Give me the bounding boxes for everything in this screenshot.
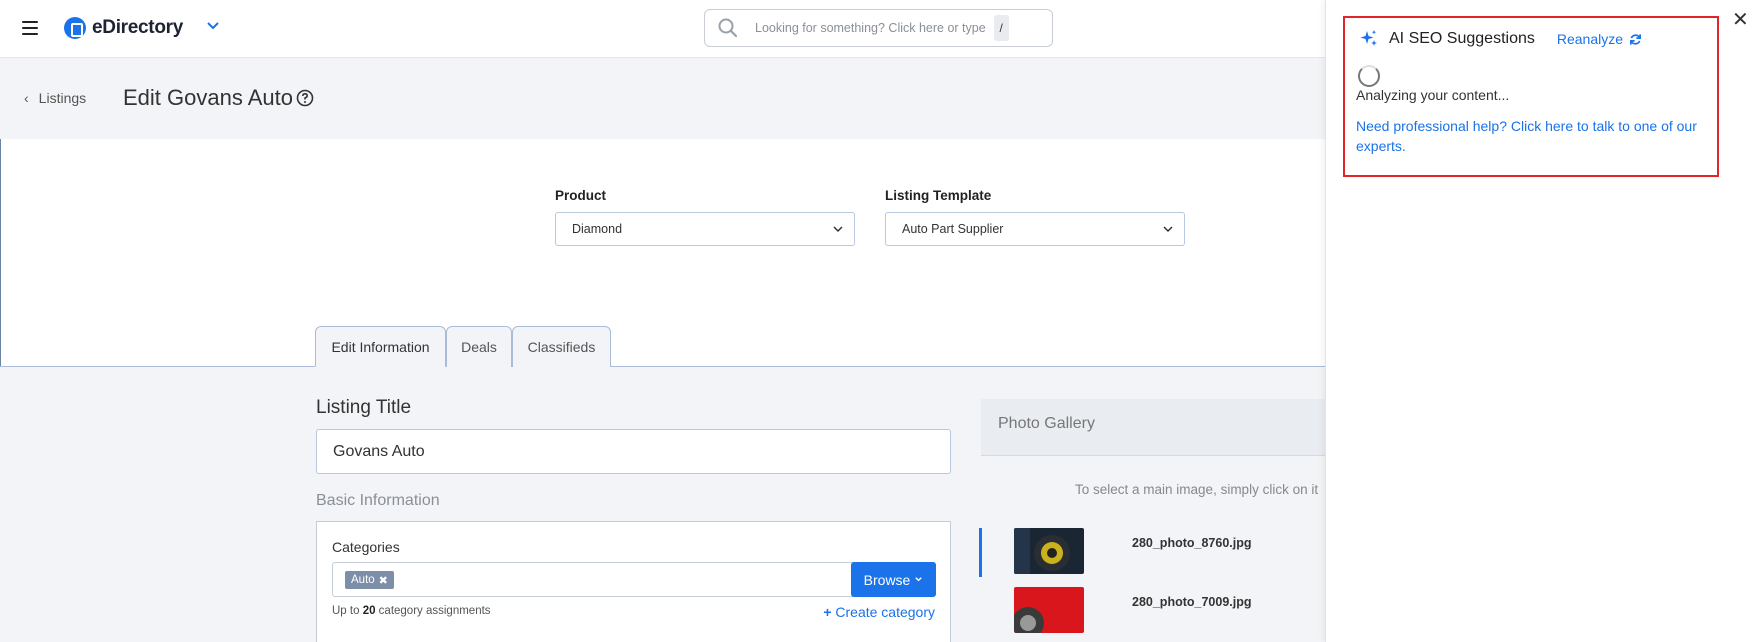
- categories-label: Categories: [332, 539, 400, 555]
- photo-item[interactable]: 280_photo_7009.jpg: [998, 587, 1333, 637]
- sparkle-icon: [1360, 30, 1377, 46]
- page-title: Edit Govans Auto: [123, 85, 293, 110]
- ai-seo-suggestions-box: AI SEO Suggestions Reanalyze Analyzing y…: [1343, 16, 1719, 177]
- template-select[interactable]: Auto Part Supplier: [885, 212, 1185, 246]
- template-value: Auto Part Supplier: [902, 222, 1004, 236]
- logo-icon: [64, 17, 86, 39]
- create-category-link[interactable]: + Create category: [823, 604, 935, 620]
- reanalyze-button[interactable]: Reanalyze: [1557, 31, 1642, 47]
- help-icon[interactable]: [296, 89, 314, 107]
- brand-logo[interactable]: eDirectory: [64, 17, 183, 39]
- back-to-listings-link[interactable]: ‹ Listings: [24, 90, 86, 106]
- ai-title-row: AI SEO Suggestions Reanalyze: [1359, 29, 1642, 49]
- search-placeholder: Looking for something? Click here or typ…: [755, 21, 986, 35]
- basic-information-heading: Basic Information: [316, 492, 440, 509]
- template-label: Listing Template: [885, 188, 992, 203]
- brand-name: eDirectory: [92, 17, 183, 38]
- ai-seo-panel: ✕ AI SEO Suggestions Reanalyze Analyzing…: [1325, 0, 1755, 642]
- plus-icon: +: [823, 604, 832, 620]
- tab-deals[interactable]: Deals: [446, 326, 512, 367]
- photo-gallery: Photo Gallery To select a main image, si…: [979, 399, 1333, 642]
- tabs-divider: [0, 366, 1325, 367]
- gallery-header: Photo Gallery: [981, 399, 1325, 456]
- gallery-hint: To select a main image, simply click on …: [1075, 482, 1319, 497]
- categories-panel: Categories Auto ✖ Browse Up to 20 catego…: [316, 521, 951, 642]
- hamburger-menu-icon[interactable]: [22, 21, 38, 35]
- search-shortcut-key: /: [993, 15, 1009, 41]
- photo-filename: 280_photo_8760.jpg: [1132, 536, 1252, 550]
- product-select-group: Product Diamond: [555, 188, 855, 246]
- category-chip: Auto ✖: [345, 571, 394, 589]
- loading-spinner-icon: [1358, 65, 1380, 87]
- chevron-down-icon: [915, 577, 923, 582]
- product-value: Diamond: [572, 222, 623, 236]
- listing-title-input[interactable]: Govans Auto: [316, 429, 951, 474]
- left-divider: [0, 139, 1, 368]
- gallery-body: To select a main image, simply click on …: [979, 456, 1333, 642]
- page-header: ‹ Listings Edit Govans Auto: [0, 58, 1325, 139]
- listing-title-label: Listing Title: [316, 397, 412, 418]
- search-input[interactable]: Looking for something? Click here or typ…: [704, 9, 1053, 47]
- gallery-title: Photo Gallery: [998, 415, 1095, 432]
- photo-thumbnail[interactable]: [1014, 587, 1084, 633]
- chevron-left-icon: ‹: [24, 90, 29, 106]
- refresh-icon: [1630, 33, 1641, 45]
- analyzing-status: Analyzing your content...: [1356, 87, 1510, 103]
- browse-label: Browse: [863, 571, 911, 588]
- create-category-label: Create category: [835, 604, 935, 620]
- back-link-label: Listings: [38, 90, 87, 106]
- photo-item[interactable]: 280_photo_8760.jpg: [979, 528, 1333, 578]
- chevron-down-icon: [1163, 226, 1173, 233]
- ai-panel-title: AI SEO Suggestions: [1389, 30, 1535, 47]
- product-select[interactable]: Diamond: [555, 212, 855, 246]
- categories-field[interactable]: Auto ✖ Browse: [332, 562, 936, 597]
- photo-thumbnail[interactable]: [1014, 528, 1084, 574]
- reanalyze-label: Reanalyze: [1556, 31, 1624, 47]
- chevron-down-icon[interactable]: [206, 18, 220, 35]
- category-chip-label: Auto: [351, 574, 375, 586]
- tab-classifieds[interactable]: Classifieds: [512, 326, 611, 367]
- product-label: Product: [555, 188, 607, 203]
- remove-chip-icon[interactable]: ✖: [379, 574, 388, 587]
- professional-help-link[interactable]: Need professional help? Click here to ta…: [1356, 116, 1706, 156]
- category-limit-hint: Up to 20 category assignments: [332, 605, 491, 617]
- browse-button[interactable]: Browse: [851, 562, 936, 597]
- tab-edit-information[interactable]: Edit Information: [315, 326, 446, 367]
- template-select-group: Listing Template Auto Part Supplier: [885, 188, 1185, 246]
- chevron-down-icon: [833, 226, 843, 233]
- close-icon[interactable]: ✕: [1732, 10, 1749, 30]
- search-icon: [718, 18, 738, 38]
- photo-filename: 280_photo_7009.jpg: [1132, 595, 1252, 609]
